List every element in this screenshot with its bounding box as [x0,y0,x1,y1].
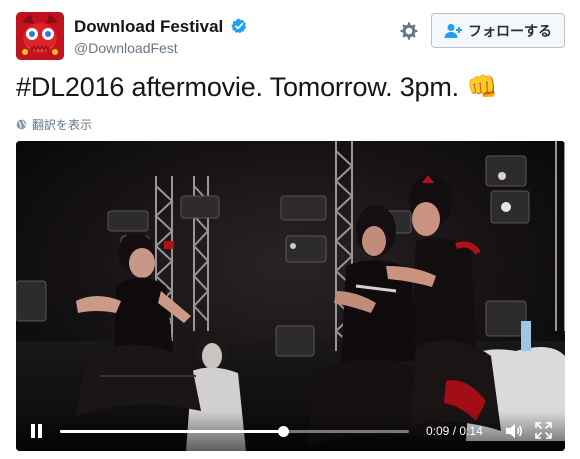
duration: 0:14 [459,424,483,438]
globe-icon [16,119,27,130]
progress-fill [60,430,284,433]
progress-knob[interactable] [278,426,290,437]
progress-bar[interactable] [60,426,409,437]
video-player[interactable]: 0:09 / 0:14 [16,141,565,451]
fullscreen-icon[interactable] [535,422,552,439]
current-time: 0:09 [426,424,450,438]
concert-video-frame [16,141,565,451]
follow-button[interactable]: フォローする [431,13,565,48]
verified-badge-icon [231,18,247,34]
red-mascot-avatar-icon [16,12,64,60]
video-controls: 0:09 / 0:14 [16,411,565,451]
fist-emoji: 👊 [466,73,498,101]
pause-button[interactable] [30,424,44,439]
avatar[interactable] [16,12,64,60]
tweet-body: #DL2016 aftermovie. Tomorrow. 3pm. [16,72,459,102]
gear-icon[interactable] [399,21,419,41]
time-display: 0:09 / 0:14 [426,424,483,438]
person-add-icon [444,23,462,38]
account-handle[interactable]: @DownloadFest [74,40,178,56]
display-name[interactable]: Download Festival [74,17,247,37]
tweet-text: #DL2016 aftermovie. Tomorrow. 3pm. 👊 [16,72,498,103]
volume-icon[interactable] [505,423,523,439]
translate-link[interactable]: 翻訳を表示 [16,116,92,133]
translate-label[interactable]: 翻訳を表示 [32,116,92,133]
follow-button-label: フォローする [468,22,552,39]
time-separator: / [452,424,457,438]
